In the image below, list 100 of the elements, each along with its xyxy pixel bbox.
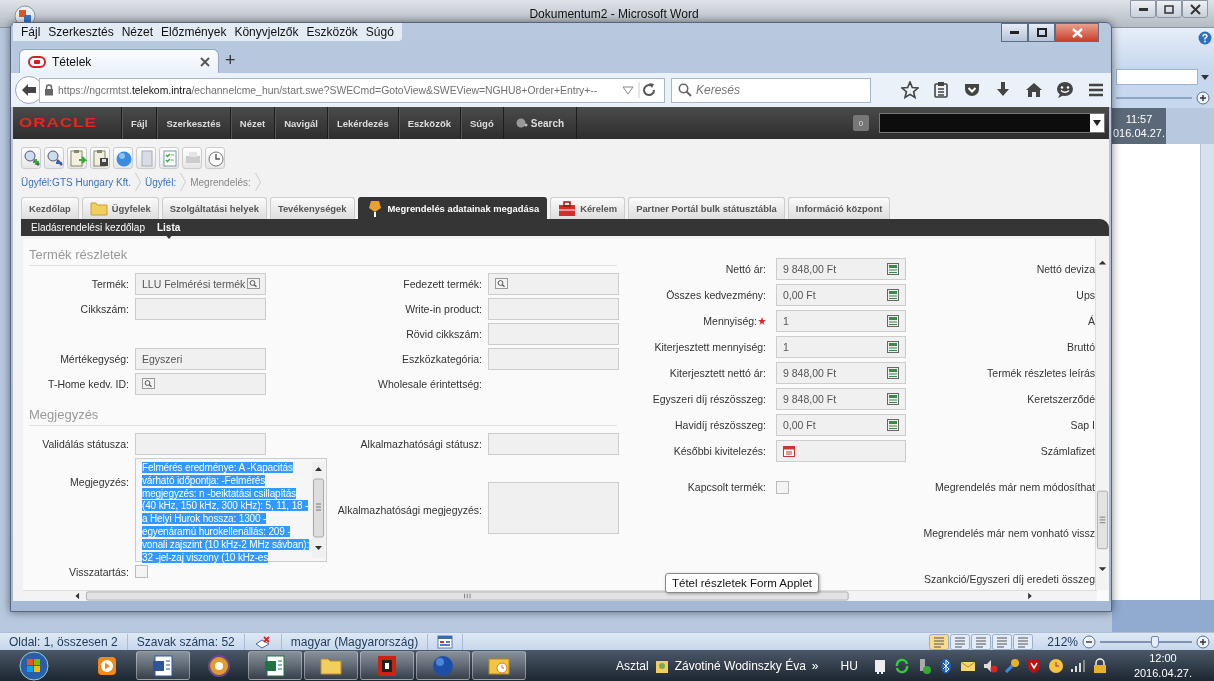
- calculator-icon[interactable]: [887, 289, 900, 301]
- input-field[interactable]: [488, 433, 619, 455]
- menu-item[interactable]: Fájl: [17, 25, 45, 39]
- checklist-icon[interactable]: [160, 148, 180, 168]
- input-field[interactable]: [776, 440, 906, 462]
- desktop-toolbar[interactable]: Asztal: [616, 658, 649, 673]
- menu-item[interactable]: Lekérdezés: [326, 107, 398, 139]
- search-icon[interactable]: [495, 278, 508, 290]
- close-button[interactable]: [1182, 0, 1208, 18]
- menu-icon[interactable]: [1087, 81, 1105, 99]
- taskbar-app[interactable]: [360, 651, 414, 680]
- new-tab-button[interactable]: +: [225, 49, 236, 71]
- browser-tab[interactable]: Tételek: [19, 49, 219, 73]
- menu-item[interactable]: Nézet: [117, 25, 158, 39]
- checkbox[interactable]: [135, 565, 148, 578]
- tab[interactable]: Kezdőlap: [21, 197, 79, 219]
- more-button[interactable]: »: [811, 658, 819, 673]
- taskbar-app[interactable]: [248, 651, 302, 680]
- clock-icon[interactable]: [206, 148, 226, 168]
- input-field[interactable]: 9 848,00 Ft: [776, 258, 906, 280]
- dropdown-arrow-icon[interactable]: [1200, 72, 1210, 82]
- zoom-in-icon[interactable]: [22, 148, 42, 168]
- dropdown-field[interactable]: [879, 113, 1105, 133]
- menu-item[interactable]: Súgó: [460, 107, 503, 139]
- breadcrumb-link[interactable]: Ügyfél:GTS Hungary Kft.: [21, 176, 132, 188]
- help-icon[interactable]: [1198, 31, 1212, 45]
- menu-item[interactable]: Eszközök: [302, 25, 362, 39]
- horizontal-scrollbar[interactable]: [1112, 600, 1214, 632]
- bookmark-star-icon[interactable]: [901, 81, 919, 99]
- lock-icon[interactable]: [1091, 657, 1108, 674]
- input-field[interactable]: 0,00 Ft: [776, 284, 906, 306]
- search-icon[interactable]: [247, 278, 260, 290]
- breadcrumb-link[interactable]: Ügyfél:: [145, 176, 177, 188]
- macro-icon[interactable]: [437, 634, 454, 649]
- calculator-icon[interactable]: [887, 315, 900, 327]
- menu-item[interactable]: Fájl: [121, 107, 157, 139]
- input-field[interactable]: 1: [776, 310, 906, 332]
- sub-tab[interactable]: Eladásrendelési kezdőlap: [25, 222, 151, 233]
- input-field[interactable]: LLU Felmérési termék: [135, 273, 266, 295]
- close-icon[interactable]: [200, 56, 210, 67]
- input-field[interactable]: [135, 298, 266, 320]
- plus-icon[interactable]: [1196, 91, 1210, 105]
- zoom-slider[interactable]: [1100, 635, 1192, 648]
- horizontal-scrollbar[interactable]: [23, 590, 1097, 601]
- restore-button[interactable]: [1156, 0, 1182, 18]
- calculator-icon[interactable]: [887, 393, 900, 405]
- tab[interactable]: Ügyfelek: [81, 197, 159, 219]
- tab[interactable]: Partner Portál bulk státusztábla: [628, 197, 785, 219]
- taskbar-app[interactable]: [472, 651, 526, 680]
- input-field[interactable]: 9 848,00 Ft: [776, 362, 906, 384]
- calculator-icon[interactable]: [887, 367, 900, 379]
- search-menu[interactable]: Search: [502, 107, 578, 139]
- minimize-button[interactable]: [1130, 0, 1156, 18]
- tab[interactable]: Megrendelés adatainak megadása: [357, 197, 548, 219]
- input-field[interactable]: Egyszeri: [135, 348, 266, 370]
- close-button[interactable]: [1055, 23, 1099, 42]
- calculator-icon[interactable]: [887, 419, 900, 431]
- input-field[interactable]: [488, 323, 619, 345]
- clipboard-icon[interactable]: [91, 148, 111, 168]
- dropdown-arrow-icon[interactable]: [1093, 120, 1101, 126]
- slider-thumb[interactable]: [1151, 635, 1160, 648]
- scrollbar-icon[interactable]: [312, 462, 325, 558]
- menu-item[interactable]: Előzmények: [157, 25, 231, 39]
- reading-list-icon[interactable]: [932, 81, 950, 99]
- zoom-in-icon[interactable]: [1196, 634, 1210, 649]
- checkbox[interactable]: [776, 480, 789, 494]
- taskbar-app[interactable]: [136, 651, 190, 680]
- proofing-icon[interactable]: [253, 634, 272, 649]
- shield-icon[interactable]: [1025, 657, 1042, 674]
- clock-icon[interactable]: [1047, 657, 1064, 674]
- address-bar[interactable]: https://ngcrmtst.telekom.intra/echannelcme_hun/start.swe?SWECmd=GotoView&SWEView=NGHU8+Order+Entry+--: [39, 77, 665, 103]
- menu-item[interactable]: Navigál: [274, 107, 327, 139]
- home-icon[interactable]: [1025, 81, 1043, 99]
- menu-item[interactable]: Nézet: [229, 107, 275, 139]
- menu-item[interactable]: Súgó: [361, 25, 398, 39]
- clock[interactable]: 12:00 2016.04.27.: [1133, 650, 1192, 681]
- user-toolbar[interactable]: Závotiné Wodinszky Éva: [674, 658, 806, 673]
- menu-item[interactable]: Könyvjelzők: [230, 25, 303, 39]
- input-field[interactable]: [488, 298, 619, 320]
- tab[interactable]: Tevékenységek: [269, 197, 355, 219]
- style-field[interactable]: [1116, 69, 1198, 85]
- language-indicator[interactable]: HU: [840, 658, 858, 673]
- clipboard-icon[interactable]: [68, 148, 88, 168]
- input-field[interactable]: 0,00 Ft: [776, 414, 906, 436]
- notification-badge[interactable]: 0: [853, 115, 869, 131]
- tab[interactable]: Szolgáltatási helyek: [161, 197, 267, 219]
- zoom-out-icon[interactable]: [45, 148, 65, 168]
- zoom-out-icon[interactable]: [1082, 634, 1096, 649]
- input-field[interactable]: 9 848,00 Ft: [776, 388, 906, 410]
- minimize-button[interactable]: [1001, 23, 1028, 42]
- sync-icon[interactable]: [893, 657, 910, 674]
- taskbar-app[interactable]: [304, 651, 358, 680]
- calendar-icon[interactable]: [783, 445, 796, 457]
- language[interactable]: magyar (Magyarország): [281, 633, 429, 650]
- menu-item[interactable]: Szerkesztés: [156, 107, 230, 139]
- input-field[interactable]: [488, 348, 619, 370]
- calculator-icon[interactable]: [887, 341, 900, 353]
- calculator-icon[interactable]: [887, 263, 900, 275]
- input-field[interactable]: [488, 273, 619, 295]
- vertical-scrollbar[interactable]: [1095, 239, 1109, 590]
